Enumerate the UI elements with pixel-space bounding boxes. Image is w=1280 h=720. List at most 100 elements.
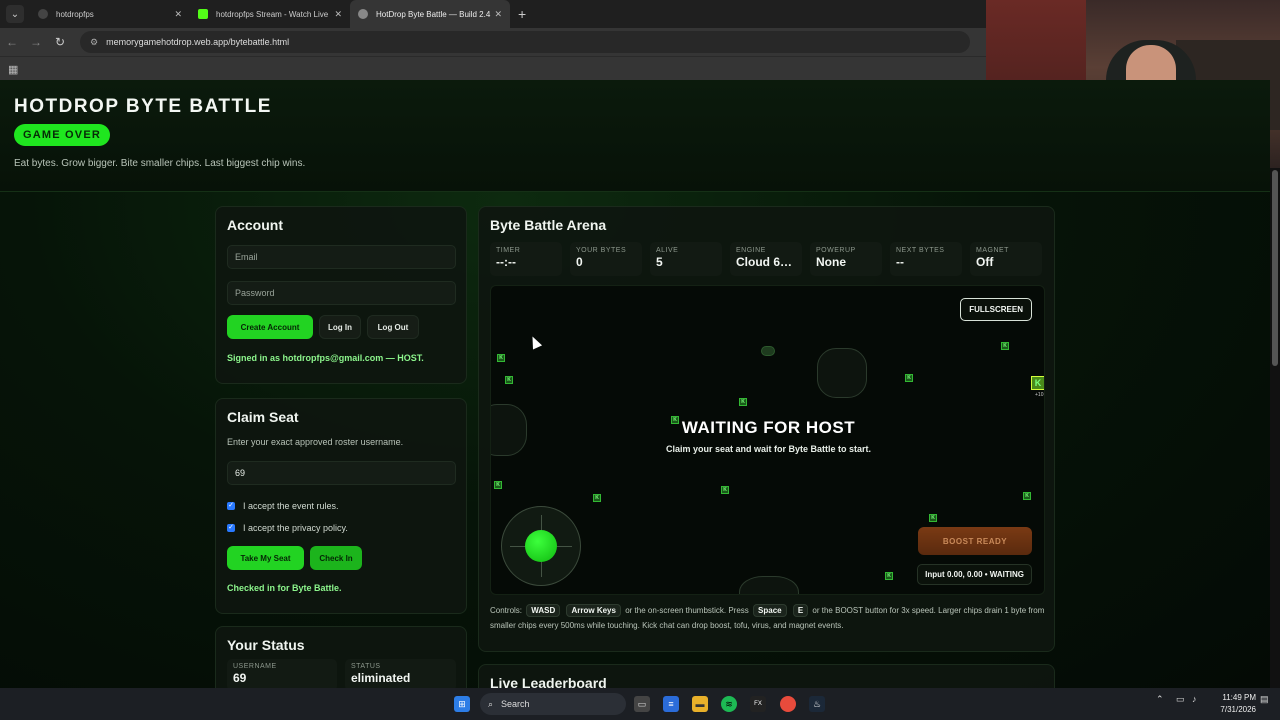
stat-next-bytes: NEXT BYTES -- (890, 242, 962, 276)
back-icon[interactable]: ← (0, 35, 24, 49)
reload-icon[interactable]: ↻ (48, 35, 72, 49)
checkbox-checked-icon[interactable]: ✓ (227, 502, 235, 510)
site-info-icon[interactable]: ⚙ (90, 37, 98, 48)
controls-prefix: Controls: (490, 606, 523, 615)
clock-time: 11:49 PM (1222, 693, 1256, 702)
notepad-icon[interactable]: ≡ (663, 696, 679, 712)
stat-label: TIMER (496, 247, 521, 254)
browser-tab-bar: ⌄ hotdropfps ✕ hotdropfps Stream - Watch… (0, 0, 986, 28)
steam-icon[interactable]: ♨ (809, 696, 825, 712)
your-status-heading: Your Status (227, 637, 305, 653)
stat-your-bytes: YOUR BYTES 0 (570, 242, 642, 276)
tab-kick-stream[interactable]: hotdropfps Stream - Watch Live ✕ (190, 0, 350, 28)
game-state-badge: GAME OVER (14, 124, 111, 146)
stat-label: MAGNET (976, 247, 1009, 254)
new-tab-icon[interactable]: + (518, 6, 526, 22)
roster-username-field[interactable]: 69 (227, 461, 456, 485)
log-in-button[interactable]: Log In (319, 315, 361, 339)
claim-instructions: Enter your exact approved roster usernam… (227, 437, 404, 447)
tab-byte-battle[interactable]: HotDrop Byte Battle — Build 2.4 ✕ (350, 0, 510, 28)
key-arrow-keys: Arrow Keys (566, 604, 621, 617)
search-label: Search (501, 699, 530, 709)
arena-panel: Byte Battle Arena TIMER --:-- YOUR BYTES 0… (478, 206, 1055, 652)
stat-value: Off (976, 255, 994, 269)
byte-pickup: K (739, 398, 747, 406)
stat-value: None (816, 255, 846, 269)
rock-obstacle (817, 348, 867, 398)
arena-heading: Byte Battle Arena (490, 217, 607, 233)
take-my-seat-button[interactable]: Take My Seat (227, 546, 304, 570)
thumbstick[interactable] (501, 506, 581, 586)
hud-fx-icon[interactable]: FX (750, 696, 766, 712)
close-icon[interactable]: ✕ (174, 9, 182, 20)
status-label: STATUS (351, 663, 381, 670)
create-account-button[interactable]: Create Account (227, 315, 313, 339)
game-canvas[interactable]: K K K K K K K K K K K K K +10 FULLSCREEN… (490, 285, 1045, 595)
byte-pickup: K (494, 481, 502, 489)
file-explorer-icon[interactable]: ▬ (692, 696, 708, 712)
volume-icon[interactable]: ♪ (1192, 694, 1197, 704)
privacy-checkbox-row[interactable]: ✓ I accept the privacy policy. (227, 523, 348, 533)
check-in-status: Checked in for Byte Battle. (227, 583, 342, 593)
log-out-button[interactable]: Log Out (367, 315, 419, 339)
privacy-label: I accept the privacy policy. (243, 523, 348, 533)
page-scrollbar[interactable] (1270, 168, 1280, 688)
notification-icon[interactable]: ▤ (1260, 694, 1269, 705)
clock-date: 7/31/2026 (1220, 705, 1256, 714)
email-field[interactable]: Email (227, 245, 456, 269)
controls-text: or the on-screen thumbstick. Press (625, 606, 749, 615)
search-icon: ⌕ (488, 698, 494, 709)
byte-pickup: K (497, 354, 505, 362)
stat-value: 0 (576, 255, 583, 269)
key-wasd: WASD (526, 604, 561, 617)
windows-start-icon[interactable]: ⊞ (454, 696, 470, 712)
taskbar-search[interactable]: ⌕ Search (480, 693, 626, 715)
rules-checkbox-row[interactable]: ✓ I accept the event rules. (227, 501, 339, 511)
thumbstick-knob[interactable] (525, 530, 557, 562)
close-icon[interactable]: ✕ (494, 9, 502, 20)
scrollbar-thumb[interactable] (1272, 170, 1278, 366)
stat-label: POWERUP (816, 247, 856, 254)
spotify-icon[interactable]: ≋ (721, 696, 737, 712)
site-favicon-icon (38, 9, 48, 19)
tab-label: hotdropfps Stream - Watch Live (216, 9, 329, 19)
signed-in-message: Signed in as hotdropfps@gmail.com — HOST… (227, 353, 424, 363)
account-heading: Account (227, 217, 283, 233)
tab-search-icon[interactable]: ⌄ (6, 5, 24, 23)
stat-alive: ALIVE 5 (650, 242, 722, 276)
tab-hotdropfps[interactable]: hotdropfps ✕ (30, 0, 190, 28)
byte-pickup: K (929, 514, 937, 522)
system-clock[interactable]: 11:49 PM 7/31/2026 (1210, 692, 1256, 716)
tab-label: hotdropfps (56, 9, 94, 19)
controls-help: Controls: WASD Arrow Keys or the on-scre… (490, 603, 1045, 633)
your-status-panel: Your Status USERNAME 69 STATUS eliminate… (215, 626, 467, 688)
forward-icon[interactable]: → (24, 35, 48, 49)
url-text: memorygamehotdrop.web.app/bytebattle.htm… (106, 37, 290, 47)
password-field[interactable]: Password (227, 281, 456, 305)
checkbox-checked-icon[interactable]: ✓ (227, 524, 235, 532)
stat-value: 5 (656, 255, 663, 269)
network-icon[interactable]: ▭ (1176, 694, 1185, 705)
chrome-icon[interactable] (780, 696, 796, 712)
task-view-icon[interactable]: ▭ (634, 696, 650, 712)
bonus-value-label: +10 (1035, 392, 1044, 398)
rules-label: I accept the event rules. (243, 501, 339, 511)
tray-chevron-icon[interactable]: ⌃ (1156, 694, 1164, 705)
apps-grid-icon[interactable]: ▦ (8, 63, 18, 76)
url-field[interactable]: ⚙ memorygamehotdrop.web.app/bytebattle.h… (80, 31, 970, 53)
site-header: HOTDROP BYTE BATTLE GAME OVER Eat bytes.… (0, 80, 1270, 192)
check-in-button[interactable]: Check In (310, 546, 362, 570)
claim-seat-panel: Claim Seat Enter your exact approved ros… (215, 398, 467, 614)
leaderboard-panel: Live Leaderboard (478, 664, 1055, 688)
stat-value: --:-- (496, 255, 516, 269)
close-icon[interactable]: ✕ (334, 9, 342, 20)
fullscreen-button[interactable]: FULLSCREEN (960, 298, 1032, 321)
boost-button[interactable]: BOOST READY (918, 527, 1032, 555)
byte-pickup: K (721, 486, 729, 494)
status-value: eliminated (351, 671, 411, 685)
stat-label: ENGINE (736, 247, 766, 254)
claim-seat-heading: Claim Seat (227, 409, 299, 425)
key-space: Space (753, 604, 787, 617)
username-value: 69 (233, 671, 247, 685)
stat-label: YOUR BYTES (576, 247, 627, 254)
